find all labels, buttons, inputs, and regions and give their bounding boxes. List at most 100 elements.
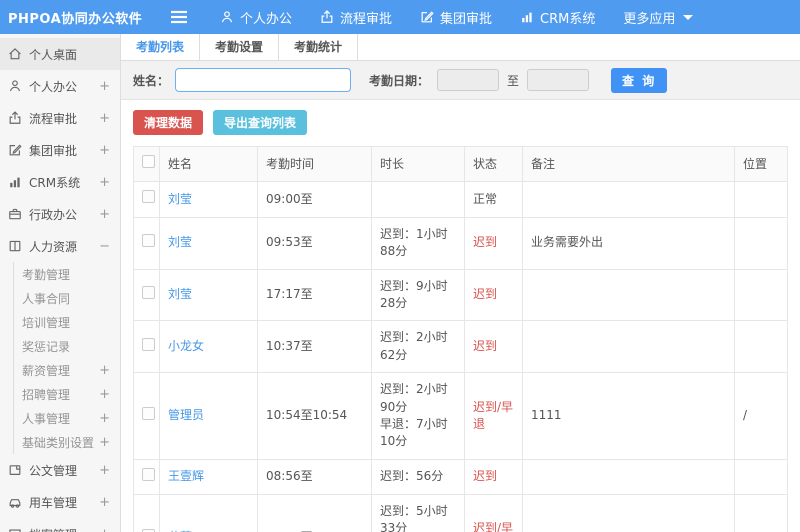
location: / [734, 372, 788, 460]
note: 1111 [522, 372, 735, 460]
attendance-time: 08:56至 [257, 458, 372, 496]
search-button[interactable]: 查 询 [611, 67, 668, 93]
bar-chart-icon [520, 10, 534, 24]
employee-name-link[interactable]: 刘莹 [168, 235, 192, 249]
row-checkbox[interactable] [142, 528, 155, 532]
sidebar-subitem[interactable]: 人事合同 [14, 286, 120, 310]
duration: 迟到：1小时88分 [371, 216, 465, 270]
nav-label: 集团审批 [440, 11, 493, 27]
expand-toggle[interactable]: + [99, 463, 110, 478]
sidebar-item-hr[interactable]: 人力资源 − [0, 230, 120, 262]
column-header: 考勤时间 [257, 146, 372, 183]
attendance-time: 09:00至 [257, 181, 372, 218]
sidebar: 个人桌面 个人办公 + 流程审批 + 集团审批 + CRM系统 + 行政办公 + [0, 34, 121, 532]
select-all-checkbox[interactable] [142, 155, 155, 168]
name-input[interactable] [175, 68, 352, 92]
expand-toggle[interactable]: + [99, 175, 110, 190]
sidebar-subitem[interactable]: 人事管理 + [14, 406, 120, 430]
sidebar-item-admin-office[interactable]: 行政办公 + [0, 198, 120, 230]
expand-toggle: + [99, 386, 110, 402]
table-row: 刘莹 09:00至 正常 [133, 181, 788, 218]
expand-toggle[interactable]: + [99, 79, 110, 94]
row-checkbox[interactable] [142, 285, 155, 299]
employee-name-link[interactable]: 小龙女 [168, 339, 204, 353]
duration: 迟到：2小时62分 [371, 320, 465, 374]
sidebar-sublabel: 基础类别设置 [22, 435, 95, 450]
attendance-table-wrap: 姓名 考勤时间 时长 状态 备注 位置 刘莹 09:00至 正常 刘莹 09:5… [121, 146, 800, 532]
column-header: 姓名 [159, 146, 258, 183]
employee-name-link[interactable]: 刘莹 [168, 192, 192, 206]
location [734, 458, 788, 496]
home-icon [8, 47, 23, 62]
attendance-time: 13:20至13:20 [257, 494, 372, 532]
nav-more-apps[interactable]: 更多应用 [623, 8, 694, 27]
sidebar-subitem[interactable]: 培训管理 [14, 310, 120, 334]
table-row: 王壹辉 08:56至 迟到：56分 迟到 [133, 458, 788, 496]
expand-toggle[interactable]: + [99, 495, 110, 510]
sidebar-subitem[interactable]: 薪资管理 + [14, 358, 120, 382]
status-badge: 迟到 [473, 287, 498, 302]
nav-crm[interactable]: CRM系统 [520, 8, 595, 27]
table-row: 小龙女 10:37至 迟到：2小时62分 迟到 [133, 320, 788, 374]
action-toolbar: 清理数据 导出查询列表 [121, 100, 800, 146]
nav-label: CRM系统 [540, 11, 596, 27]
nav-label: 个人办公 [240, 11, 293, 27]
row-checkbox[interactable] [142, 190, 155, 204]
export-list-button[interactable]: 导出查询列表 [213, 110, 308, 135]
employee-name-link[interactable]: 王壹辉 [168, 469, 204, 483]
employee-name-link[interactable]: 管理员 [168, 408, 204, 422]
nav-personal-office[interactable]: 个人办公 [220, 8, 292, 27]
hr-submenu: 考勤管理 人事合同 培训管理 奖惩记录 薪资管理 + 招聘管理 + 人事管理 +… [13, 262, 120, 454]
note [522, 458, 735, 496]
sidebar-subitem[interactable]: 考勤管理 [14, 262, 120, 286]
expand-toggle[interactable]: + [99, 143, 110, 158]
employee-name-link[interactable]: 刘莹 [168, 287, 192, 301]
tab-bar: 考勤列表 考勤设置 考勤统计 [121, 34, 800, 61]
column-header: 时长 [371, 146, 465, 183]
tab-attendance-list[interactable]: 考勤列表 [121, 34, 201, 60]
clear-data-button[interactable]: 清理数据 [133, 110, 204, 135]
date-to-input[interactable] [527, 69, 590, 91]
sidebar-label: 流程审批 [29, 111, 78, 126]
sidebar-label: 集团审批 [29, 143, 78, 158]
sidebar-item-vehicles[interactable]: 用车管理 + [0, 486, 120, 518]
sidebar-item-personal-office[interactable]: 个人办公 + [0, 70, 120, 102]
sidebar-item-crm[interactable]: CRM系统 + [0, 166, 120, 198]
status-badge: 迟到/早退 [473, 521, 514, 532]
row-checkbox[interactable] [142, 467, 155, 481]
status-badge: 迟到/早退 [473, 399, 514, 431]
sidebar-sublabel: 人事合同 [22, 291, 71, 306]
sidebar-label: 人力资源 [29, 239, 78, 254]
date-from-input[interactable] [437, 69, 500, 91]
collapse-toggle[interactable]: − [99, 239, 110, 254]
nav-group-approval[interactable]: 集团审批 [420, 8, 492, 27]
sidebar-subitem[interactable]: 基础类别设置 + [14, 430, 120, 454]
sidebar-item-documents[interactable]: 公文管理 + [0, 454, 120, 486]
sidebar-subitem[interactable]: 招聘管理 + [14, 382, 120, 406]
sidebar-subitem[interactable]: 奖惩记录 [14, 334, 120, 358]
sidebar-item-workflow-approval[interactable]: 流程审批 + [0, 102, 120, 134]
archive-icon [8, 527, 23, 532]
tab-attendance-settings[interactable]: 考勤设置 [200, 34, 280, 60]
note [522, 268, 735, 322]
expand-toggle[interactable]: + [99, 111, 110, 126]
expand-toggle[interactable]: + [99, 207, 110, 222]
duration: 迟到：2小时90分 早退：7小时10分 [371, 372, 465, 460]
tab-attendance-stats[interactable]: 考勤统计 [279, 34, 359, 60]
nav-workflow-approval[interactable]: 流程审批 [320, 8, 392, 27]
table-row: 刘莹 09:53至 迟到：1小时88分 迟到 业务需要外出 [133, 216, 788, 270]
sidebar-item-archives[interactable]: 档案管理 + [0, 518, 120, 532]
row-checkbox[interactable] [142, 233, 155, 247]
sidebar-sublabel: 人事管理 [22, 411, 71, 426]
table-row: 管理员 10:54至10:54 迟到：2小时90分 早退：7小时10分 迟到/早… [133, 372, 788, 460]
row-checkbox[interactable] [142, 337, 155, 351]
sidebar-item-desktop[interactable]: 个人桌面 [0, 38, 120, 70]
sidebar-item-group-approval[interactable]: 集团审批 + [0, 134, 120, 166]
top-bar: PHPOA协同办公软件 个人办公 流程审批 集团审批 CRM系统 更多应用 [0, 0, 800, 34]
expand-toggle[interactable]: + [99, 527, 110, 532]
edit-icon [420, 10, 434, 24]
menu-toggle-icon[interactable] [170, 10, 188, 24]
attendance-time: 10:37至 [257, 320, 372, 374]
location [734, 216, 788, 270]
row-checkbox[interactable] [142, 406, 155, 420]
